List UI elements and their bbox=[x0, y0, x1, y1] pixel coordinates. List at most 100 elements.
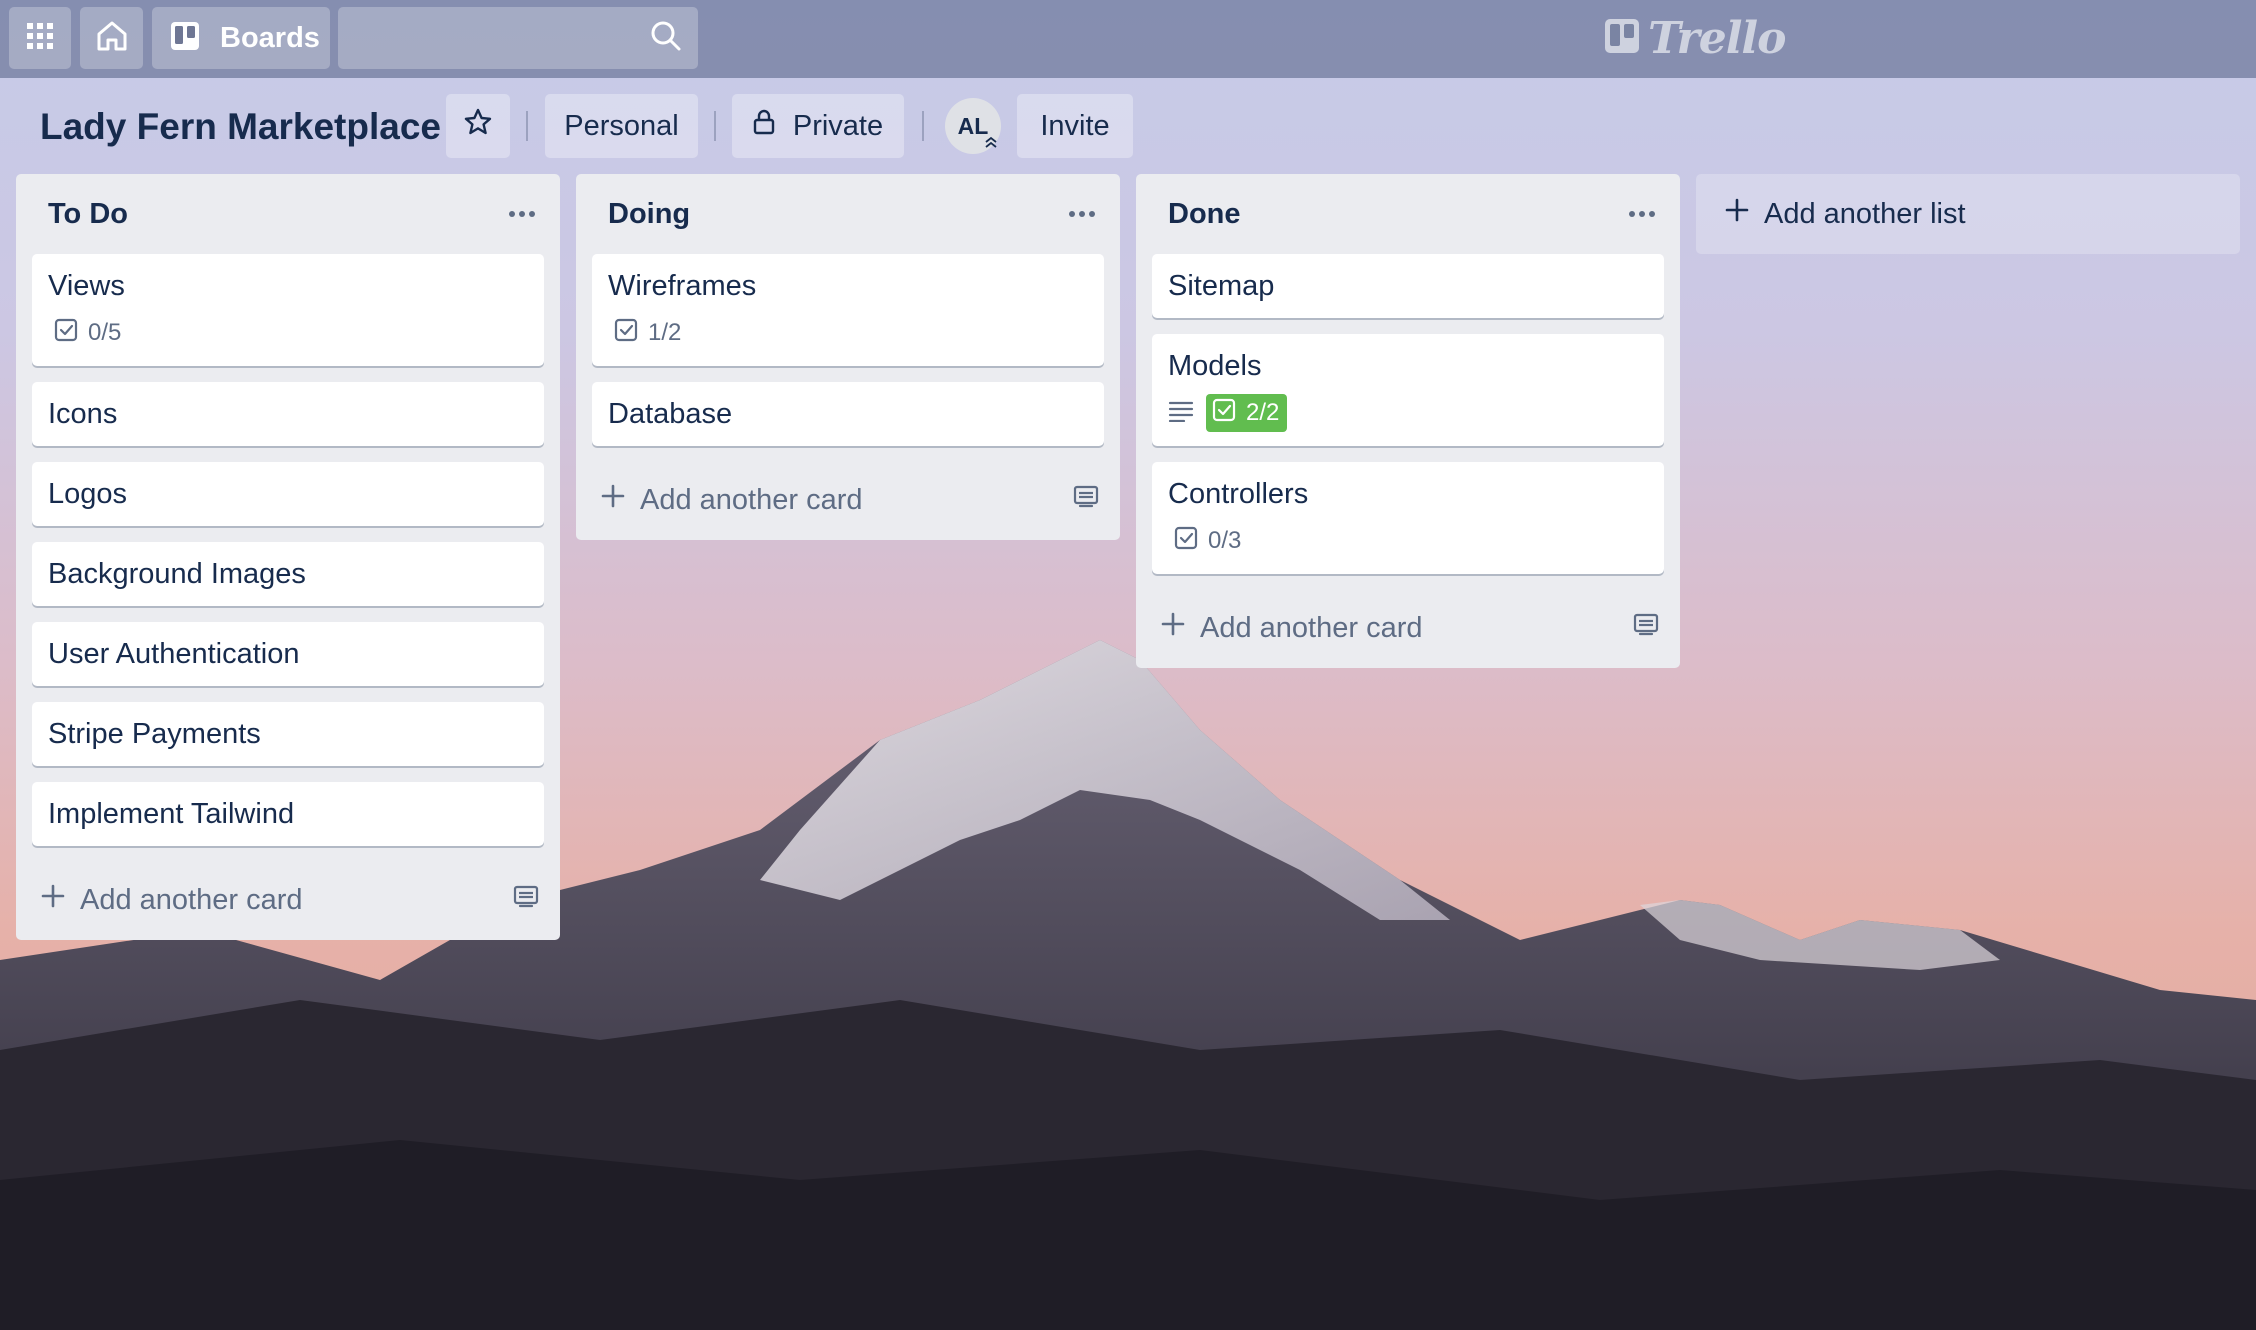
header-divider bbox=[714, 111, 716, 141]
card[interactable]: Wireframes 1/2 bbox=[592, 254, 1104, 366]
list-header: Done bbox=[1136, 174, 1680, 254]
boards-button[interactable]: Boards bbox=[152, 7, 330, 69]
privacy-button[interactable]: Private bbox=[732, 94, 904, 158]
card[interactable]: Views 0/5 bbox=[32, 254, 544, 366]
checklist-count: 1/2 bbox=[648, 319, 682, 346]
checklist-badge: 0/3 bbox=[1168, 522, 1249, 560]
home-icon bbox=[95, 19, 129, 58]
privacy-label: Private bbox=[792, 109, 884, 142]
card-template-icon[interactable] bbox=[1072, 483, 1100, 517]
trello-logo-icon bbox=[1604, 18, 1640, 59]
card-badges: 0/5 bbox=[48, 314, 528, 352]
add-card-label: Add another card bbox=[1200, 611, 1423, 644]
board-title[interactable]: Lady Fern Marketplace bbox=[40, 102, 441, 152]
boards-icon bbox=[170, 21, 200, 56]
lock-icon bbox=[753, 109, 775, 143]
boards-label: Boards bbox=[220, 21, 320, 54]
card[interactable]: User Authentication bbox=[32, 622, 544, 686]
star-icon bbox=[463, 107, 493, 145]
apps-grid-icon bbox=[25, 21, 55, 56]
card-title: Implement Tailwind bbox=[48, 798, 295, 830]
card-title: Background Images bbox=[48, 558, 306, 590]
card-list: Wireframes 1/2 Database bbox=[576, 254, 1120, 446]
list-to-do: To Do Views 0/5 Icons Logos Background Images… bbox=[16, 174, 560, 940]
card-title: Stripe Payments bbox=[48, 718, 261, 750]
add-card-button[interactable]: Add another card bbox=[16, 860, 560, 940]
list-title[interactable]: Doing bbox=[608, 198, 690, 231]
admin-chevron-icon bbox=[983, 129, 999, 156]
trello-logo-text: Trello bbox=[1648, 12, 1786, 64]
card[interactable]: Controllers 0/3 bbox=[1152, 462, 1664, 574]
list-header: To Do bbox=[16, 174, 560, 254]
trello-logo[interactable]: Trello bbox=[1604, 12, 1786, 64]
list-done: Done Sitemap Models 2/2 Controllers 0/3 Add an… bbox=[1136, 174, 1680, 668]
search-input[interactable] bbox=[338, 7, 698, 69]
add-list-button[interactable]: Add another list bbox=[1696, 174, 2240, 254]
invite-button[interactable]: Invite bbox=[1017, 94, 1133, 158]
description-icon bbox=[1168, 400, 1194, 427]
checklist-badge: 1/2 bbox=[608, 314, 689, 352]
avatar[interactable]: AL bbox=[945, 98, 1001, 154]
card-template-icon[interactable] bbox=[512, 883, 540, 917]
card[interactable]: Models 2/2 bbox=[1152, 334, 1664, 446]
plus-icon bbox=[1724, 197, 1750, 231]
card[interactable]: Logos bbox=[32, 462, 544, 526]
team-visibility-button[interactable]: Personal bbox=[545, 94, 698, 158]
checklist-count: 0/3 bbox=[1208, 527, 1242, 554]
add-card-button[interactable]: Add another card bbox=[1136, 588, 1680, 668]
checklist-badge: 0/5 bbox=[48, 314, 129, 352]
checklist-count: 0/5 bbox=[88, 319, 122, 346]
add-list-label: Add another list bbox=[1764, 197, 1966, 230]
list-header: Doing bbox=[576, 174, 1120, 254]
card-badges: 1/2 bbox=[608, 314, 1088, 352]
plus-icon bbox=[40, 883, 66, 917]
add-card-button[interactable]: Add another card bbox=[576, 460, 1120, 540]
card-title: User Authentication bbox=[48, 638, 300, 670]
card-badges: 2/2 bbox=[1168, 394, 1648, 432]
card[interactable]: Database bbox=[592, 382, 1104, 446]
home-button[interactable] bbox=[80, 7, 143, 69]
plus-icon bbox=[1160, 611, 1186, 645]
add-card-label: Add another card bbox=[80, 883, 303, 916]
card-title: Sitemap bbox=[1168, 270, 1275, 302]
card[interactable]: Sitemap bbox=[1152, 254, 1664, 318]
card-list: Sitemap Models 2/2 Controllers 0/3 bbox=[1136, 254, 1680, 574]
apps-button[interactable] bbox=[9, 7, 71, 69]
add-card-action[interactable]: Add another card bbox=[600, 483, 862, 517]
plus-icon bbox=[600, 483, 626, 517]
top-navigation-bar: Boards Trello bbox=[0, 0, 2256, 78]
list-doing: Doing Wireframes 1/2 Database Add another ca… bbox=[576, 174, 1120, 540]
checklist-icon bbox=[1212, 398, 1236, 429]
card-title: Views bbox=[48, 270, 125, 302]
checklist-icon bbox=[1174, 526, 1198, 557]
card-title: Wireframes bbox=[608, 270, 757, 302]
checklist-badge: 2/2 bbox=[1206, 394, 1288, 432]
star-board-button[interactable] bbox=[446, 94, 510, 158]
search-icon bbox=[650, 20, 682, 57]
ellipsis-icon[interactable] bbox=[1628, 205, 1656, 223]
checklist-count: 2/2 bbox=[1246, 399, 1280, 426]
header-divider bbox=[526, 111, 528, 141]
add-card-action[interactable]: Add another card bbox=[40, 883, 302, 917]
card-title: Controllers bbox=[1168, 478, 1309, 510]
add-card-label: Add another card bbox=[640, 483, 863, 516]
ellipsis-icon[interactable] bbox=[1068, 205, 1096, 223]
card[interactable]: Icons bbox=[32, 382, 544, 446]
card[interactable]: Background Images bbox=[32, 542, 544, 606]
card-title: Icons bbox=[48, 398, 118, 430]
card[interactable]: Stripe Payments bbox=[32, 702, 544, 766]
checklist-icon bbox=[614, 318, 638, 349]
checklist-icon bbox=[54, 318, 78, 349]
card[interactable]: Implement Tailwind bbox=[32, 782, 544, 846]
card-list: Views 0/5 Icons Logos Background Images User … bbox=[16, 254, 560, 846]
add-card-action[interactable]: Add another card bbox=[1160, 611, 1422, 645]
card-template-icon[interactable] bbox=[1632, 611, 1660, 645]
list-title[interactable]: To Do bbox=[48, 198, 128, 231]
list-title[interactable]: Done bbox=[1168, 198, 1241, 231]
header-divider bbox=[922, 111, 924, 141]
card-badges: 0/3 bbox=[1168, 522, 1648, 560]
card-title: Database bbox=[608, 398, 733, 430]
card-title: Models bbox=[1168, 350, 1262, 382]
ellipsis-icon[interactable] bbox=[508, 205, 536, 223]
card-title: Logos bbox=[48, 478, 128, 510]
